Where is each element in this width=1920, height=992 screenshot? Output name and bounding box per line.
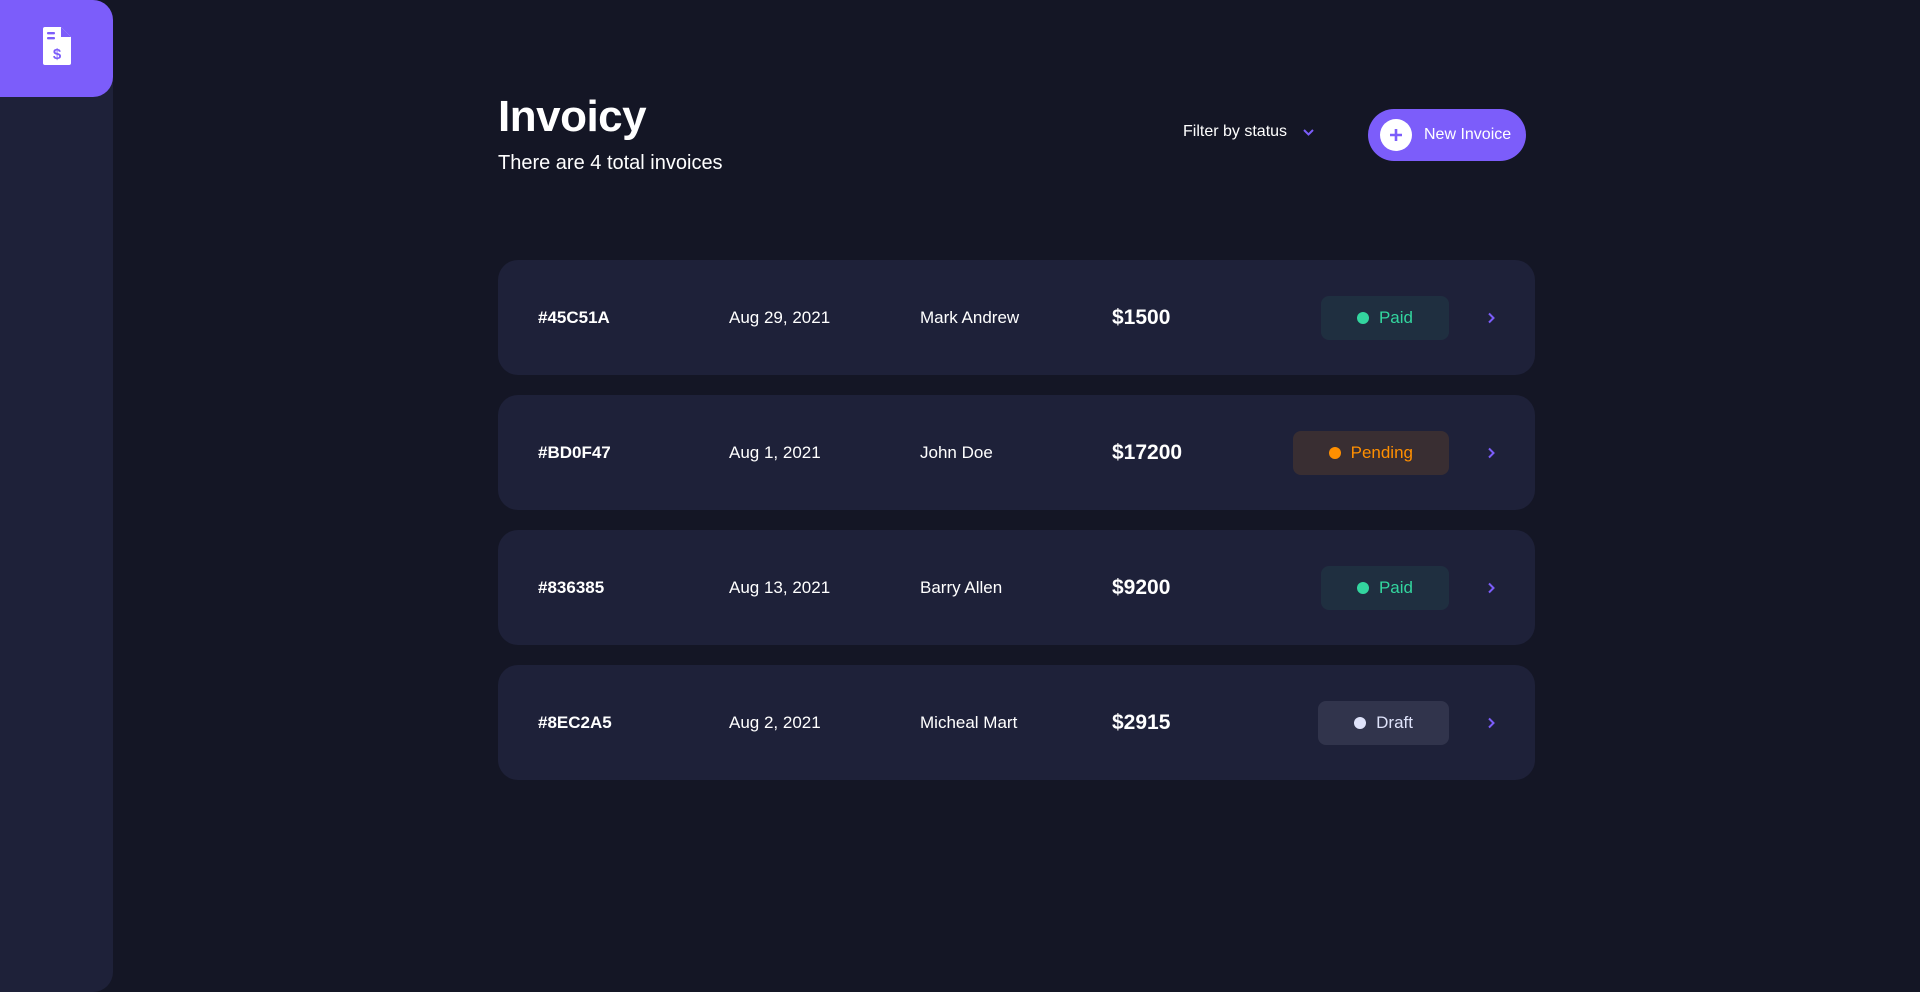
chevron-down-icon: [1303, 123, 1314, 141]
client-name: Barry Allen: [920, 577, 1003, 597]
chevron-right-icon[interactable]: [1488, 312, 1495, 323]
invoice-date: Aug 1, 2021: [729, 442, 821, 462]
invoice-date: Aug 13, 2021: [729, 577, 831, 597]
filter-label: Filter by status: [1183, 123, 1288, 140]
invoice-date: Aug 29, 2021: [729, 307, 831, 327]
invoice-id: #BD0F47: [538, 442, 611, 462]
client-name: Mark Andrew: [920, 307, 1020, 327]
filter-dropdown[interactable]: Filter by status: [1183, 123, 1314, 141]
status-label: Paid: [1378, 307, 1413, 327]
invoice-dollar-icon: $: [42, 27, 71, 70]
new-invoice-label: New Invoice: [1424, 126, 1512, 143]
new-invoice-button[interactable]: New Invoice: [1368, 109, 1526, 161]
chevron-right-icon[interactable]: [1488, 717, 1495, 728]
svg-text:$: $: [52, 46, 61, 63]
invoice-count: There are 4 total invoices: [498, 152, 723, 174]
app-logo[interactable]: $: [0, 0, 113, 97]
invoice-amount: $17200: [1112, 440, 1183, 464]
status-dot: [1328, 446, 1341, 459]
invoice-id: #8EC2A5: [538, 712, 612, 732]
status-label: Pending: [1350, 442, 1413, 462]
invoice-id: #836385: [538, 577, 605, 597]
plus-icon: [1380, 119, 1412, 151]
invoice-row[interactable]: #45C51A Aug 29, 2021 Mark Andrew $1500 P…: [498, 260, 1535, 375]
status-dot: [1356, 581, 1369, 594]
page-title: Invoicy: [498, 92, 647, 141]
invoice-list: #45C51A Aug 29, 2021 Mark Andrew $1500 P…: [498, 260, 1535, 800]
status-badge: Draft: [1318, 700, 1449, 745]
chevron-right-icon[interactable]: [1488, 447, 1495, 458]
invoice-row[interactable]: #BD0F47 Aug 1, 2021 John Doe $17200 Pend…: [498, 395, 1535, 510]
invoice-row[interactable]: #836385 Aug 13, 2021 Barry Allen $9200 P…: [498, 530, 1535, 645]
status-badge: Pending: [1292, 430, 1449, 475]
client-name: Micheal Mart: [920, 712, 1018, 732]
invoice-amount: $1500: [1112, 305, 1171, 329]
invoice-amount: $9200: [1112, 575, 1171, 599]
main-content: Invoicy There are 4 total invoices Filte…: [498, 0, 1535, 992]
invoice-amount: $2915: [1112, 710, 1171, 734]
status-badge: Paid: [1320, 295, 1449, 340]
status-label: Paid: [1378, 577, 1413, 597]
invoice-row[interactable]: #8EC2A5 Aug 2, 2021 Micheal Mart $2915 D…: [498, 665, 1535, 780]
status-dot: [1354, 716, 1367, 729]
status-label: Draft: [1376, 712, 1413, 732]
chevron-right-icon[interactable]: [1488, 582, 1495, 593]
client-name: John Doe: [920, 442, 993, 462]
status-dot: [1356, 311, 1369, 324]
invoice-date: Aug 2, 2021: [729, 712, 821, 732]
invoice-id: #45C51A: [538, 307, 610, 327]
sidebar: $: [0, 0, 113, 992]
status-badge: Paid: [1320, 565, 1449, 610]
